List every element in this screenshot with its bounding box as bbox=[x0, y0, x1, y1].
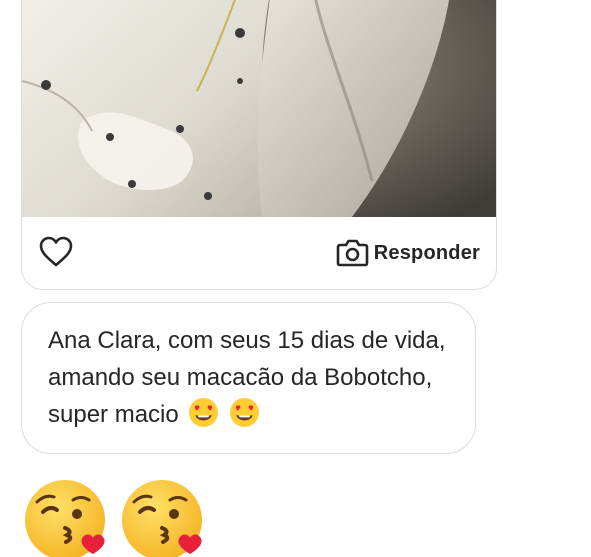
dm-thread: Responder Ana Clara, com seus 15 dias de… bbox=[0, 0, 591, 557]
heart-outline-icon[interactable] bbox=[39, 236, 73, 268]
reply-label: Responder bbox=[373, 241, 480, 264]
camera-icon bbox=[336, 238, 369, 268]
message-bubble[interactable]: Ana Clara, com seus 15 dias de vida, ama… bbox=[21, 302, 476, 454]
shared-photo-message[interactable]: Responder bbox=[21, 0, 497, 290]
kissing-heart-emoji[interactable] bbox=[23, 478, 109, 557]
kissing-heart-emoji[interactable] bbox=[120, 478, 206, 557]
reply-button[interactable]: Responder bbox=[336, 236, 480, 270]
heart-eyes-emoji bbox=[188, 397, 219, 428]
photo-card-footer: Responder bbox=[22, 217, 496, 289]
heart-eyes-emoji bbox=[229, 397, 260, 428]
message-text-container: Ana Clara, com seus 15 dias de vida, ama… bbox=[48, 322, 458, 433]
shared-photo[interactable] bbox=[22, 0, 496, 217]
